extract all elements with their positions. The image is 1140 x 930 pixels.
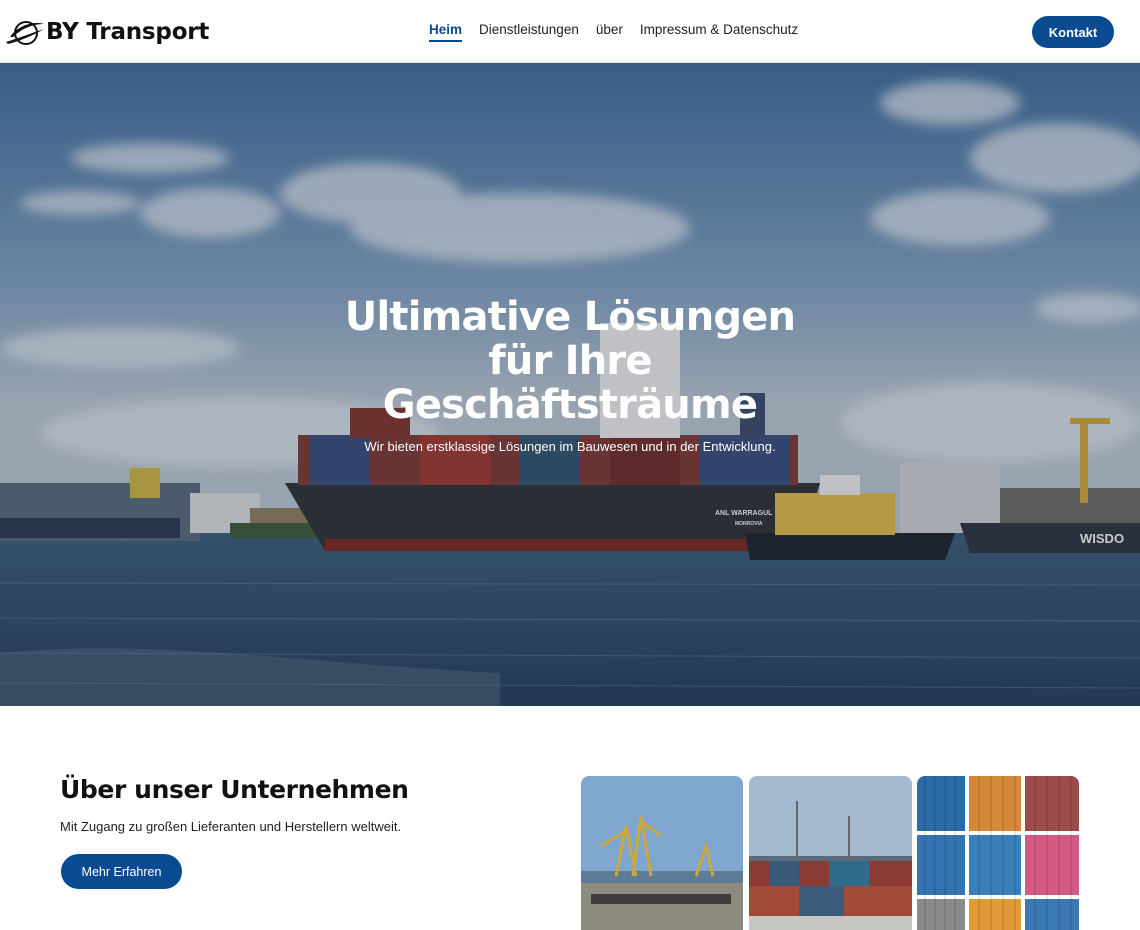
gallery-image-cranes — [581, 776, 743, 930]
hero-title-line: für Ihre — [488, 338, 652, 384]
gallery-image-containers-closeup — [917, 776, 1079, 930]
hero-title-line: Ultimative Lösungen — [344, 294, 796, 340]
main-nav: Heim Dienstleistungen über Impressum & D… — [429, 22, 798, 42]
swoosh-logo-icon — [6, 21, 44, 45]
about-title: Über unser Unternehmen — [60, 775, 409, 804]
nav-item-ueber[interactable]: über — [596, 22, 623, 42]
hero-title-line: Geschäftsträume — [382, 382, 758, 428]
nav-item-heim[interactable]: Heim — [429, 22, 463, 42]
learn-more-button[interactable]: Mehr Erfahren — [61, 854, 182, 889]
nav-item-dienstleistungen[interactable]: Dienstleistungen — [479, 22, 579, 42]
nav-item-impressum[interactable]: Impressum & Datenschutz — [640, 22, 798, 42]
hero-title: Ultimative Lösungen für Ihre Geschäftstr… — [0, 295, 1140, 427]
contact-button[interactable]: Kontakt — [1032, 16, 1114, 48]
about-gallery — [581, 776, 1079, 930]
about-text: Mit Zugang zu großen Lieferanten und Her… — [60, 819, 402, 834]
hero-section: ANL WARRAGUL MONROVIA WISDO Ultimative Lös… — [0, 63, 1140, 706]
site-header: BY Transport Heim Dienstleistungen über … — [0, 0, 1140, 63]
logo-text: BY Transport — [46, 19, 210, 45]
hero-subtitle: Wir bieten erstklassige Lösungen im Bauw… — [364, 439, 776, 454]
site-logo[interactable]: BY Transport — [4, 15, 209, 49]
gallery-image-container-yard — [749, 776, 912, 930]
